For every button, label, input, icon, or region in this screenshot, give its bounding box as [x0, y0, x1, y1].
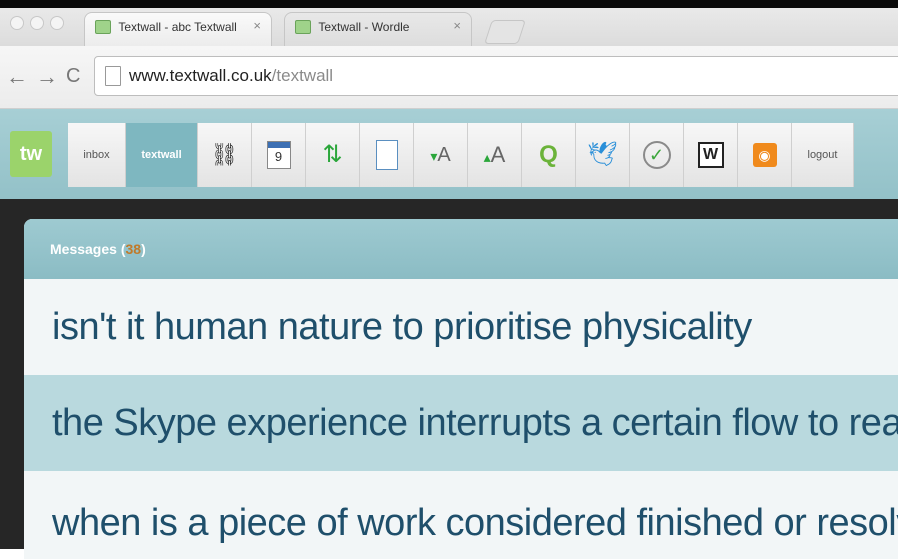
reload-icon[interactable]: C	[66, 65, 80, 88]
back-arrow-icon[interactable]: ←	[6, 64, 28, 90]
address-bar[interactable]: www.textwall.co.uk/textwall	[94, 56, 898, 96]
page-icon	[105, 66, 121, 86]
tab-close-icon[interactable]: ×	[253, 18, 261, 33]
url-path: /textwall	[271, 66, 334, 85]
url-host: www.textwall.co.uk	[129, 66, 272, 85]
tab-close-icon[interactable]: ×	[453, 18, 461, 33]
notepad-button[interactable]	[360, 123, 414, 187]
messages-header: Messages (38)	[24, 219, 898, 279]
search-q-icon: Q	[539, 141, 558, 169]
app-toolbar: tw inbox textwall ⛓ 9 ⇅ ▾A ▴A Q 🕊 ✓ W ◉ …	[0, 109, 898, 199]
inbox-button[interactable]: inbox	[68, 123, 126, 187]
browser-tab-textwall[interactable]: Textwall - abc Textwall ×	[84, 12, 272, 46]
window-minimize-dot[interactable]	[30, 16, 44, 30]
check-circle-icon: ✓	[642, 141, 671, 170]
message-item[interactable]: isn't it human nature to prioritise phys…	[24, 279, 898, 375]
browser-navbar: ← → C www.textwall.co.uk/textwall	[0, 46, 898, 109]
textwall-logo[interactable]: tw	[10, 131, 52, 177]
refresh-button[interactable]: ⇅	[306, 123, 360, 187]
message-item[interactable]: the Skype experience interrupts a certai…	[24, 375, 898, 471]
browser-tab-wordle[interactable]: Textwall - Wordle ×	[284, 12, 472, 46]
tab-title: Textwall - Wordle	[318, 19, 410, 34]
wordle-w-icon: W	[697, 142, 724, 169]
text-smaller-button[interactable]: ▾A	[414, 123, 468, 187]
window-close-dot[interactable]	[10, 16, 24, 30]
textwall-button[interactable]: textwall	[126, 123, 198, 187]
messages-count: 38	[125, 241, 142, 257]
wordle-button[interactable]: W	[684, 123, 738, 187]
forward-arrow-icon[interactable]: →	[36, 64, 58, 90]
binoculars-button[interactable]: ⛓	[198, 123, 252, 187]
text-larger-button[interactable]: ▴A	[468, 123, 522, 187]
textwall-favicon-icon	[295, 19, 311, 34]
twitter-button[interactable]: 🕊	[576, 123, 630, 187]
messages-label: Messages	[50, 241, 117, 257]
twitter-bird-icon: 🕊	[587, 141, 618, 169]
calendar-icon: 9	[266, 141, 291, 170]
check-button[interactable]: ✓	[630, 123, 684, 187]
window-zoom-dot[interactable]	[50, 16, 64, 30]
search-button[interactable]: Q	[522, 123, 576, 187]
logout-button[interactable]: logout	[792, 123, 854, 187]
new-tab-button[interactable]	[484, 20, 526, 44]
rss-button[interactable]: ◉	[738, 123, 792, 187]
tab-title: Textwall - abc Textwall	[118, 19, 237, 34]
calendar-button[interactable]: 9	[252, 123, 306, 187]
textwall-favicon-icon	[95, 19, 111, 34]
text-up-icon: ▴A	[483, 142, 506, 168]
screen-top-bar	[0, 0, 898, 8]
messages-panel: Messages (38) isn't it human nature to p…	[24, 219, 898, 559]
text-down-icon: ▾A	[430, 144, 451, 167]
browser-tab-strip: Textwall - abc Textwall × Textwall - Wor…	[0, 8, 898, 46]
binoculars-icon: ⛓	[210, 142, 239, 168]
notepad-icon	[375, 140, 398, 171]
rss-feed-icon: ◉	[752, 143, 777, 168]
url-text: www.textwall.co.uk/textwall	[129, 66, 333, 86]
refresh-arrows-icon: ⇅	[322, 141, 343, 169]
message-item[interactable]: when is a piece of work considered finis…	[24, 471, 898, 559]
